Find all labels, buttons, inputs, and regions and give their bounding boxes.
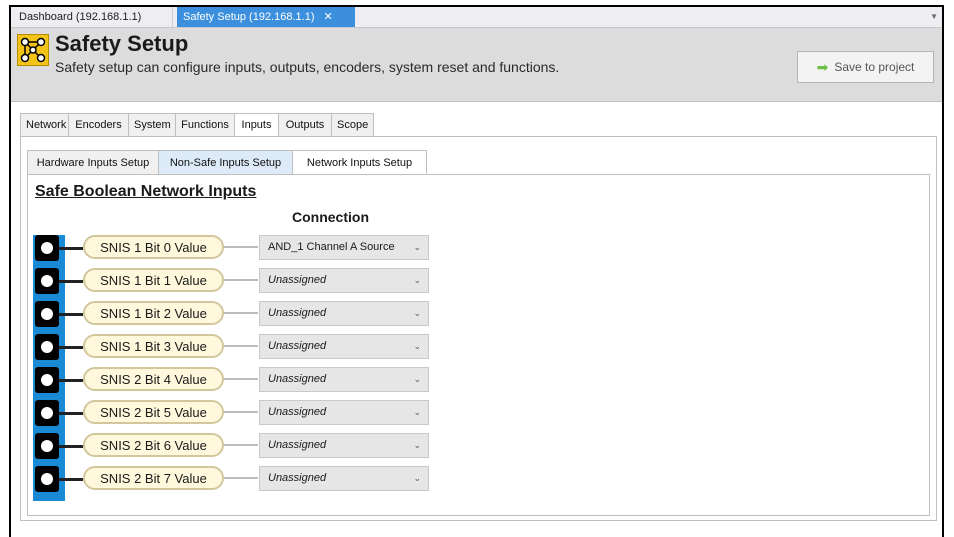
terminal-icon bbox=[35, 466, 59, 492]
connector-wire bbox=[59, 346, 83, 349]
connector-line bbox=[224, 246, 258, 248]
chevron-down-icon: ⌄ bbox=[413, 440, 421, 450]
connection-select[interactable]: Unassigned ⌄ bbox=[259, 400, 429, 425]
connector-line bbox=[224, 279, 258, 281]
terminal-icon bbox=[35, 235, 59, 261]
connector-wire bbox=[59, 412, 83, 415]
tab-non-safe-inputs-setup[interactable]: Non-Safe Inputs Setup bbox=[158, 150, 293, 175]
input-row: SNIS 1 Bit 2 Value Unassigned ⌄ bbox=[33, 299, 433, 331]
doc-tab-label: Dashboard (192.168.1.1) bbox=[19, 11, 142, 23]
connection-value: Unassigned bbox=[268, 439, 327, 451]
input-row: SNIS 2 Bit 5 Value Unassigned ⌄ bbox=[33, 398, 433, 430]
chevron-down-icon: ⌄ bbox=[413, 407, 421, 417]
chevron-down-icon: ⌄ bbox=[413, 242, 421, 252]
network-nodes-icon bbox=[17, 34, 49, 66]
connection-value: Unassigned bbox=[268, 307, 327, 319]
connector-line bbox=[224, 444, 258, 446]
input-row: SNIS 1 Bit 3 Value Unassigned ⌄ bbox=[33, 332, 433, 364]
input-label: SNIS 1 Bit 1 Value bbox=[83, 268, 224, 292]
doc-tab-safety-setup[interactable]: Safety Setup (192.168.1.1) ✕ bbox=[177, 7, 355, 27]
connector-wire bbox=[59, 379, 83, 382]
top-strip bbox=[0, 0, 954, 4]
input-label: SNIS 2 Bit 6 Value bbox=[83, 433, 224, 457]
connector-wire bbox=[59, 478, 83, 481]
input-label: SNIS 1 Bit 3 Value bbox=[83, 334, 224, 358]
page-header: Safety Setup Safety setup can configure … bbox=[11, 28, 942, 102]
connector-line bbox=[224, 411, 258, 413]
document-tab-strip: Dashboard (192.168.1.1) Safety Setup (19… bbox=[11, 7, 942, 28]
connection-value: Unassigned bbox=[268, 340, 327, 352]
connection-value: Unassigned bbox=[268, 274, 327, 286]
connector-line bbox=[224, 345, 258, 347]
connection-select[interactable]: Unassigned ⌄ bbox=[259, 334, 429, 359]
connector-line bbox=[224, 477, 258, 479]
doc-tab-dashboard[interactable]: Dashboard (192.168.1.1) bbox=[13, 7, 173, 27]
connector-wire bbox=[59, 280, 83, 283]
connector-wire bbox=[59, 247, 83, 250]
chevron-down-icon: ⌄ bbox=[413, 308, 421, 318]
connection-select[interactable]: Unassigned ⌄ bbox=[259, 301, 429, 326]
connector-wire bbox=[59, 313, 83, 316]
tab-encoders[interactable]: Encoders bbox=[68, 113, 129, 137]
tab-network[interactable]: Network bbox=[20, 113, 69, 137]
input-row: SNIS 1 Bit 0 Value AND_1 Channel A Sourc… bbox=[33, 233, 433, 265]
connector-line bbox=[224, 378, 258, 380]
terminal-icon bbox=[35, 268, 59, 294]
terminal-icon bbox=[35, 400, 59, 426]
tab-hardware-inputs-setup[interactable]: Hardware Inputs Setup bbox=[27, 150, 159, 175]
close-icon[interactable]: ✕ bbox=[324, 11, 333, 23]
chevron-down-icon: ⌄ bbox=[413, 473, 421, 483]
input-label: SNIS 2 Bit 4 Value bbox=[83, 367, 224, 391]
connection-value: Unassigned bbox=[268, 373, 327, 385]
connection-value: Unassigned bbox=[268, 406, 327, 418]
terminal-icon bbox=[35, 301, 59, 327]
connector-line bbox=[224, 312, 258, 314]
input-label: SNIS 1 Bit 2 Value bbox=[83, 301, 224, 325]
input-label: SNIS 2 Bit 5 Value bbox=[83, 400, 224, 424]
tab-outputs[interactable]: Outputs bbox=[278, 113, 332, 137]
tab-system[interactable]: System bbox=[128, 113, 176, 137]
tab-functions[interactable]: Functions bbox=[175, 113, 235, 137]
connection-value: AND_1 Channel A Source bbox=[268, 241, 395, 253]
input-row: SNIS 1 Bit 1 Value Unassigned ⌄ bbox=[33, 266, 433, 298]
chevron-down-icon: ⌄ bbox=[413, 341, 421, 351]
chevron-down-icon: ⌄ bbox=[413, 374, 421, 384]
connection-select[interactable]: AND_1 Channel A Source ⌄ bbox=[259, 235, 429, 260]
tab-overflow-chevron-icon[interactable]: ▼ bbox=[930, 12, 938, 21]
connection-column-header: Connection bbox=[292, 209, 369, 225]
input-row: SNIS 2 Bit 4 Value Unassigned ⌄ bbox=[33, 365, 433, 397]
input-label: SNIS 1 Bit 0 Value bbox=[83, 235, 224, 259]
page-subtitle: Safety setup can configure inputs, outpu… bbox=[55, 59, 560, 75]
save-to-project-button[interactable]: ➡ Save to project bbox=[797, 51, 934, 83]
page-title: Safety Setup bbox=[55, 31, 189, 56]
connection-select[interactable]: Unassigned ⌄ bbox=[259, 433, 429, 458]
arrow-right-icon: ➡ bbox=[816, 58, 829, 75]
connection-value: Unassigned bbox=[268, 472, 327, 484]
connection-select[interactable]: Unassigned ⌄ bbox=[259, 367, 429, 392]
connection-select[interactable]: Unassigned ⌄ bbox=[259, 268, 429, 293]
section-title: Safe Boolean Network Inputs bbox=[35, 183, 257, 200]
window-frame: Dashboard (192.168.1.1) Safety Setup (19… bbox=[9, 5, 944, 537]
tab-scope[interactable]: Scope bbox=[331, 113, 374, 137]
terminal-icon bbox=[35, 433, 59, 459]
save-button-label: Save to project bbox=[834, 60, 915, 74]
doc-tab-label: Safety Setup (192.168.1.1) bbox=[183, 11, 315, 23]
terminal-icon bbox=[35, 367, 59, 393]
chevron-down-icon: ⌄ bbox=[413, 275, 421, 285]
connection-select[interactable]: Unassigned ⌄ bbox=[259, 466, 429, 491]
tab-inputs[interactable]: Inputs bbox=[234, 113, 279, 138]
tab-network-inputs-setup[interactable]: Network Inputs Setup bbox=[292, 150, 427, 176]
input-label: SNIS 2 Bit 7 Value bbox=[83, 466, 224, 490]
terminal-icon bbox=[35, 334, 59, 360]
input-row: SNIS 2 Bit 7 Value Unassigned ⌄ bbox=[33, 464, 433, 496]
connector-wire bbox=[59, 445, 83, 448]
input-row: SNIS 2 Bit 6 Value Unassigned ⌄ bbox=[33, 431, 433, 463]
